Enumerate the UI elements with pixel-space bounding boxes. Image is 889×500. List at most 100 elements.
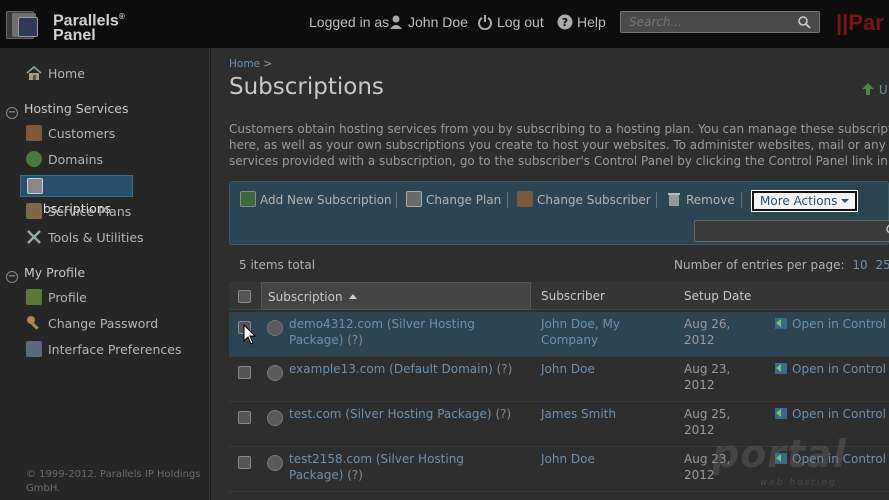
search-input[interactable]: [621, 12, 791, 32]
up-arrow-icon: [861, 83, 879, 97]
open-control-panel-link[interactable]: Open in Control: [774, 361, 886, 377]
collapse-icon: −: [6, 271, 18, 283]
list-search[interactable]: [694, 220, 889, 242]
sidebar-item-profile[interactable]: Profile: [26, 287, 87, 309]
svg-text:?: ?: [562, 16, 568, 29]
entries-per-page: Number of entries per page: 10 25 1: [674, 258, 889, 272]
mouse-cursor-icon: [243, 323, 257, 349]
items-total: 5 items total: [239, 258, 316, 272]
row-checkbox[interactable]: [238, 366, 251, 379]
setup-date: Aug 26, 2012: [684, 317, 731, 347]
parallels-brand-text: ||Par: [836, 10, 884, 35]
logged-in-label: Logged in as: [309, 14, 390, 30]
search-icon[interactable]: [797, 15, 811, 32]
control-panel-icon: [774, 361, 788, 375]
user-icon: [26, 125, 42, 141]
sidebar-group-profile[interactable]: − My Profile: [6, 262, 85, 284]
service-plan-icon: [26, 203, 42, 219]
trash-icon: [666, 191, 682, 207]
column-subscription[interactable]: Subscription: [261, 282, 531, 310]
more-actions-dropdown[interactable]: More Actions: [750, 190, 859, 212]
per-page-option[interactable]: 10: [852, 258, 867, 272]
per-page-option[interactable]: 25: [876, 258, 889, 272]
subscriber-link[interactable]: John Doe: [541, 451, 671, 467]
subscription-link[interactable]: test2158.com (Silver Hosting Package): [289, 452, 464, 482]
table-header: Subscription Subscriber Setup Date: [229, 282, 889, 310]
change-plan-button[interactable]: Change Plan: [406, 190, 501, 210]
sidebar-item-interface-preferences[interactable]: Interface Preferences: [26, 339, 181, 361]
home-icon: [26, 65, 42, 81]
subscription-link[interactable]: demo4312.com (Silver Hosting Package): [289, 317, 475, 347]
sidebar-item-customers[interactable]: Customers: [26, 123, 115, 145]
sort-ascending-icon: [348, 294, 357, 299]
control-panel-icon: [774, 406, 788, 420]
status-icon: [267, 320, 283, 336]
status-icon: [267, 410, 283, 426]
profile-icon: [26, 289, 42, 305]
tools-icon: [26, 229, 42, 245]
power-icon: [477, 14, 493, 31]
subscriber-link[interactable]: John Doe, My Company: [541, 316, 671, 348]
help-hint-icon[interactable]: (?): [497, 362, 513, 376]
key-icon: [26, 315, 42, 331]
remove-button[interactable]: Remove: [666, 190, 735, 210]
sidebar-item-change-password[interactable]: Change Password: [26, 313, 158, 335]
user-link[interactable]: John Doe: [388, 14, 468, 30]
open-control-panel-link[interactable]: Open in Control: [774, 316, 886, 332]
help-link[interactable]: ? Help: [557, 14, 606, 30]
row-checkbox[interactable]: [238, 411, 251, 424]
sidebar: Home − Hosting Services Customers Domains…: [0, 48, 210, 500]
subscriber-link[interactable]: John Doe: [541, 361, 671, 377]
user-icon: [517, 191, 533, 207]
add-subscription-button[interactable]: Add New Subscription: [240, 190, 392, 210]
change-subscriber-button[interactable]: Change Subscriber: [517, 190, 651, 210]
up-level-link[interactable]: U: [861, 82, 888, 97]
help-hint-icon[interactable]: (?): [347, 333, 363, 347]
toolbar: Add New Subscription Change Plan Change …: [229, 181, 889, 245]
page-description: Customers obtain hosting services from y…: [229, 122, 889, 168]
breadcrumb-home-link[interactable]: Home: [229, 58, 260, 70]
breadcrumb: Home >: [229, 58, 273, 70]
table-row: demo4312.com (Silver Hosting Package) (?…: [229, 312, 889, 357]
globe-icon: [26, 151, 42, 167]
control-panel-icon: [774, 316, 788, 330]
help-hint-icon[interactable]: (?): [495, 407, 511, 421]
sidebar-group-hosting[interactable]: − Hosting Services: [6, 98, 128, 120]
user-icon: [388, 14, 404, 30]
subscription-link[interactable]: test.com (Silver Hosting Package): [289, 407, 492, 421]
subscription-link[interactable]: example13.com (Default Domain): [289, 362, 493, 376]
collapse-icon: −: [6, 107, 18, 119]
help-icon: ?: [557, 14, 573, 30]
watermark-logo: portal: [712, 432, 847, 476]
toolbar-divider: [507, 192, 508, 208]
sidebar-item-tools[interactable]: Tools & Utilities: [26, 227, 144, 249]
status-icon: [267, 365, 283, 381]
status-icon: [267, 455, 283, 471]
page-title: Subscriptions: [229, 74, 384, 100]
column-subscriber[interactable]: Subscriber: [541, 282, 605, 310]
sidebar-item-subscriptions[interactable]: Subscriptions: [20, 175, 133, 216]
toolbar-divider: [741, 192, 742, 208]
select-all-checkbox[interactable]: [238, 290, 251, 303]
header-search: [620, 11, 820, 33]
copyright-text: © 1999-2012. Parallels IP Holdings GmbH.: [26, 469, 201, 494]
subscriber-link[interactable]: James Smith: [541, 406, 671, 422]
logo-text: Parallels® Panel: [53, 12, 125, 45]
parallels-logo-icon: [6, 9, 50, 41]
sidebar-item-domains[interactable]: Domains: [26, 149, 103, 171]
search-icon[interactable]: [885, 223, 889, 240]
sidebar-item-service-plans[interactable]: Service Plans: [26, 201, 131, 223]
help-hint-icon[interactable]: (?): [347, 468, 363, 482]
table-row: example13.com (Default Domain) (?) John …: [229, 357, 889, 402]
row-checkbox[interactable]: [238, 456, 251, 469]
top-bar: Parallels® Panel Logged in as John Doe L…: [0, 0, 889, 48]
logout-link[interactable]: Log out: [477, 14, 544, 31]
change-plan-icon: [406, 191, 422, 207]
open-control-panel-link[interactable]: Open in Control: [774, 406, 886, 422]
watermark-subtext: web hosting: [760, 478, 837, 488]
preferences-icon: [26, 341, 42, 357]
chevron-down-icon: [841, 199, 850, 203]
setup-date: Aug 23, 2012: [684, 362, 731, 392]
sidebar-item-home[interactable]: Home: [26, 63, 85, 85]
column-setup-date[interactable]: Setup Date: [684, 282, 751, 310]
